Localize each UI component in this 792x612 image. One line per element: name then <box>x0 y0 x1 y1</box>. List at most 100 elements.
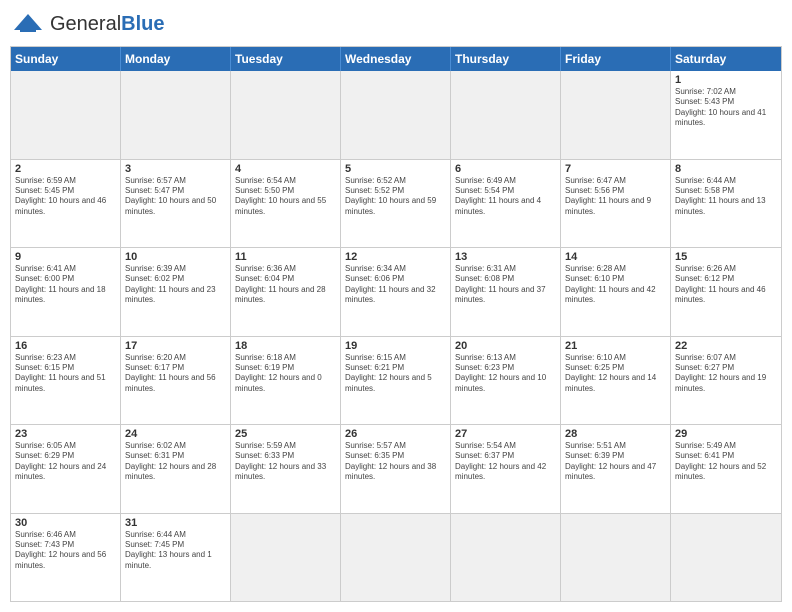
cell-empty <box>561 71 671 159</box>
cell-15: 15Sunrise: 6:26 AM Sunset: 6:12 PM Dayli… <box>671 248 781 336</box>
cell-number: 18 <box>235 340 336 352</box>
cell-10: 10Sunrise: 6:39 AM Sunset: 6:02 PM Dayli… <box>121 248 231 336</box>
cell-info: Sunrise: 5:57 AM Sunset: 6:35 PM Dayligh… <box>345 441 446 483</box>
cell-19: 19Sunrise: 6:15 AM Sunset: 6:21 PM Dayli… <box>341 337 451 425</box>
cell-5: 5Sunrise: 6:52 AM Sunset: 5:52 PM Daylig… <box>341 160 451 248</box>
cell-number: 30 <box>15 517 116 529</box>
cell-12: 12Sunrise: 6:34 AM Sunset: 6:06 PM Dayli… <box>341 248 451 336</box>
cell-number: 31 <box>125 517 226 529</box>
cell-11: 11Sunrise: 6:36 AM Sunset: 6:04 PM Dayli… <box>231 248 341 336</box>
cell-info: Sunrise: 6:41 AM Sunset: 6:00 PM Dayligh… <box>15 264 116 306</box>
cell-info: Sunrise: 6:13 AM Sunset: 6:23 PM Dayligh… <box>455 353 556 395</box>
cell-number: 9 <box>15 251 116 263</box>
cell-9: 9Sunrise: 6:41 AM Sunset: 6:00 PM Daylig… <box>11 248 121 336</box>
cell-22: 22Sunrise: 6:07 AM Sunset: 6:27 PM Dayli… <box>671 337 781 425</box>
cell-number: 17 <box>125 340 226 352</box>
cell-number: 1 <box>675 74 777 86</box>
cell-number: 23 <box>15 428 116 440</box>
cell-number: 5 <box>345 163 446 175</box>
cell-number: 8 <box>675 163 777 175</box>
cell-info: Sunrise: 6:18 AM Sunset: 6:19 PM Dayligh… <box>235 353 336 395</box>
cell-info: Sunrise: 6:02 AM Sunset: 6:31 PM Dayligh… <box>125 441 226 483</box>
cell-number: 24 <box>125 428 226 440</box>
cell-empty <box>11 71 121 159</box>
cell-6: 6Sunrise: 6:49 AM Sunset: 5:54 PM Daylig… <box>451 160 561 248</box>
cell-number: 3 <box>125 163 226 175</box>
calendar-row-5: 23Sunrise: 6:05 AM Sunset: 6:29 PM Dayli… <box>11 424 781 513</box>
cell-empty <box>341 71 451 159</box>
cell-number: 21 <box>565 340 666 352</box>
calendar-row-2: 2Sunrise: 6:59 AM Sunset: 5:45 PM Daylig… <box>11 159 781 248</box>
cell-empty <box>231 514 341 602</box>
cell-info: Sunrise: 6:23 AM Sunset: 6:15 PM Dayligh… <box>15 353 116 395</box>
cell-info: Sunrise: 6:28 AM Sunset: 6:10 PM Dayligh… <box>565 264 666 306</box>
cell-info: Sunrise: 6:57 AM Sunset: 5:47 PM Dayligh… <box>125 176 226 218</box>
cell-21: 21Sunrise: 6:10 AM Sunset: 6:25 PM Dayli… <box>561 337 671 425</box>
cell-8: 8Sunrise: 6:44 AM Sunset: 5:58 PM Daylig… <box>671 160 781 248</box>
cell-number: 28 <box>565 428 666 440</box>
cell-29: 29Sunrise: 5:49 AM Sunset: 6:41 PM Dayli… <box>671 425 781 513</box>
day-header-sunday: Sunday <box>11 47 121 71</box>
cell-number: 15 <box>675 251 777 263</box>
cell-info: Sunrise: 6:07 AM Sunset: 6:27 PM Dayligh… <box>675 353 777 395</box>
cell-number: 25 <box>235 428 336 440</box>
cell-info: Sunrise: 6:46 AM Sunset: 7:43 PM Dayligh… <box>15 530 116 572</box>
cell-number: 26 <box>345 428 446 440</box>
cell-empty <box>561 514 671 602</box>
cell-7: 7Sunrise: 6:47 AM Sunset: 5:56 PM Daylig… <box>561 160 671 248</box>
cell-number: 16 <box>15 340 116 352</box>
calendar-row-3: 9Sunrise: 6:41 AM Sunset: 6:00 PM Daylig… <box>11 247 781 336</box>
cell-23: 23Sunrise: 6:05 AM Sunset: 6:29 PM Dayli… <box>11 425 121 513</box>
cell-info: Sunrise: 5:59 AM Sunset: 6:33 PM Dayligh… <box>235 441 336 483</box>
cell-number: 4 <box>235 163 336 175</box>
cell-number: 20 <box>455 340 556 352</box>
cell-info: Sunrise: 5:54 AM Sunset: 6:37 PM Dayligh… <box>455 441 556 483</box>
cell-number: 19 <box>345 340 446 352</box>
calendar-row-4: 16Sunrise: 6:23 AM Sunset: 6:15 PM Dayli… <box>11 336 781 425</box>
day-header-tuesday: Tuesday <box>231 47 341 71</box>
day-headers: SundayMondayTuesdayWednesdayThursdayFrid… <box>11 47 781 71</box>
cell-3: 3Sunrise: 6:57 AM Sunset: 5:47 PM Daylig… <box>121 160 231 248</box>
cell-info: Sunrise: 6:26 AM Sunset: 6:12 PM Dayligh… <box>675 264 777 306</box>
cell-info: Sunrise: 6:59 AM Sunset: 5:45 PM Dayligh… <box>15 176 116 218</box>
cell-27: 27Sunrise: 5:54 AM Sunset: 6:37 PM Dayli… <box>451 425 561 513</box>
cell-4: 4Sunrise: 6:54 AM Sunset: 5:50 PM Daylig… <box>231 160 341 248</box>
cell-20: 20Sunrise: 6:13 AM Sunset: 6:23 PM Dayli… <box>451 337 561 425</box>
day-header-monday: Monday <box>121 47 231 71</box>
cell-number: 14 <box>565 251 666 263</box>
cell-empty <box>341 514 451 602</box>
cell-number: 22 <box>675 340 777 352</box>
day-header-saturday: Saturday <box>671 47 781 71</box>
cell-info: Sunrise: 6:20 AM Sunset: 6:17 PM Dayligh… <box>125 353 226 395</box>
cell-info: Sunrise: 7:02 AM Sunset: 5:43 PM Dayligh… <box>675 87 777 129</box>
cell-empty <box>451 514 561 602</box>
cell-number: 7 <box>565 163 666 175</box>
calendar-row-6: 30Sunrise: 6:46 AM Sunset: 7:43 PM Dayli… <box>11 513 781 602</box>
cell-empty <box>231 71 341 159</box>
cell-14: 14Sunrise: 6:28 AM Sunset: 6:10 PM Dayli… <box>561 248 671 336</box>
cell-24: 24Sunrise: 6:02 AM Sunset: 6:31 PM Dayli… <box>121 425 231 513</box>
cell-number: 2 <box>15 163 116 175</box>
cell-number: 27 <box>455 428 556 440</box>
cell-info: Sunrise: 6:44 AM Sunset: 5:58 PM Dayligh… <box>675 176 777 218</box>
cell-28: 28Sunrise: 5:51 AM Sunset: 6:39 PM Dayli… <box>561 425 671 513</box>
cell-17: 17Sunrise: 6:20 AM Sunset: 6:17 PM Dayli… <box>121 337 231 425</box>
cell-18: 18Sunrise: 6:18 AM Sunset: 6:19 PM Dayli… <box>231 337 341 425</box>
cell-empty <box>451 71 561 159</box>
logo: GeneralBlue <box>10 10 165 38</box>
cell-info: Sunrise: 6:10 AM Sunset: 6:25 PM Dayligh… <box>565 353 666 395</box>
day-header-friday: Friday <box>561 47 671 71</box>
day-header-wednesday: Wednesday <box>341 47 451 71</box>
cell-info: Sunrise: 6:36 AM Sunset: 6:04 PM Dayligh… <box>235 264 336 306</box>
cell-info: Sunrise: 6:39 AM Sunset: 6:02 PM Dayligh… <box>125 264 226 306</box>
cell-31: 31Sunrise: 6:44 AM Sunset: 7:45 PM Dayli… <box>121 514 231 602</box>
cell-info: Sunrise: 6:44 AM Sunset: 7:45 PM Dayligh… <box>125 530 226 572</box>
cell-info: Sunrise: 6:49 AM Sunset: 5:54 PM Dayligh… <box>455 176 556 218</box>
cell-1: 1Sunrise: 7:02 AM Sunset: 5:43 PM Daylig… <box>671 71 781 159</box>
logo-text: GeneralBlue <box>50 13 165 36</box>
cell-empty <box>671 514 781 602</box>
cell-info: Sunrise: 6:15 AM Sunset: 6:21 PM Dayligh… <box>345 353 446 395</box>
cell-info: Sunrise: 6:31 AM Sunset: 6:08 PM Dayligh… <box>455 264 556 306</box>
cell-info: Sunrise: 6:54 AM Sunset: 5:50 PM Dayligh… <box>235 176 336 218</box>
calendar-row-1: 1Sunrise: 7:02 AM Sunset: 5:43 PM Daylig… <box>11 71 781 159</box>
